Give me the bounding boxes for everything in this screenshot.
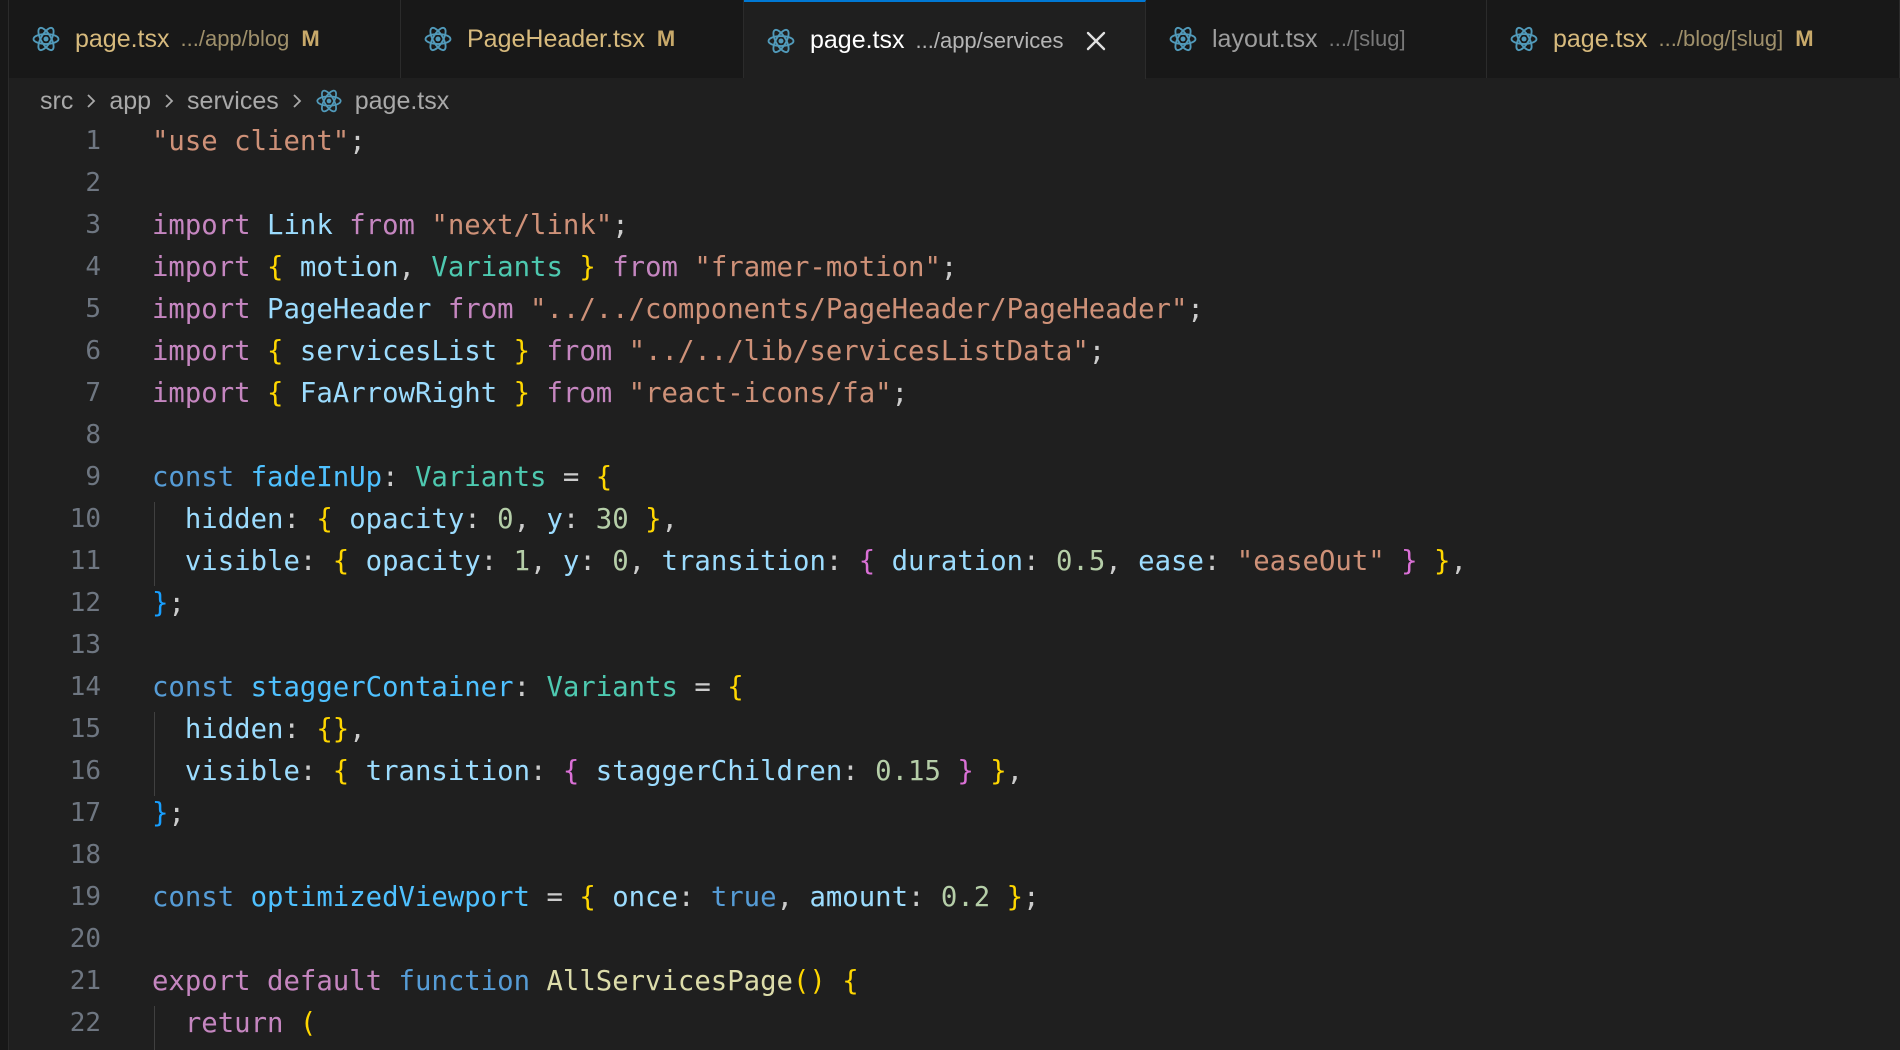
breadcrumb: src app services page.tsx [40, 84, 449, 118]
code-line[interactable]: 16 visible: { transition: { staggerChild… [9, 750, 1900, 792]
line-number: 19 [69, 882, 101, 912]
code-line[interactable]: 21 export default function AllServicesPag… [9, 960, 1900, 1002]
code-text[interactable]: "use client"; [152, 126, 366, 157]
code-text[interactable]: import { FaArrowRight } from "react-icon… [152, 378, 908, 409]
line-number: 8 [85, 420, 101, 450]
line-number: 4 [85, 252, 101, 282]
modified-indicator: M [301, 26, 320, 51]
code-text[interactable]: visible: { opacity: 1, y: 0, transition:… [152, 546, 1467, 577]
code-line[interactable]: 22 return ( [9, 1002, 1900, 1044]
line-number: 10 [69, 504, 101, 534]
tab-page-blog[interactable]: page.tsx .../app/blog M [9, 0, 401, 78]
tab-filename: layout.tsx [1212, 24, 1318, 53]
code-line[interactable]: 6 import { servicesList } from "../../lib… [9, 330, 1900, 372]
code-line[interactable]: 10 hidden: { opacity: 0, y: 30 }, [9, 498, 1900, 540]
chevron-right-icon [87, 94, 96, 108]
code-line[interactable]: 14 const staggerContainer: Variants = { [9, 666, 1900, 708]
line-number: 18 [69, 840, 101, 870]
line-number: 15 [69, 714, 101, 744]
tab-pageheader[interactable]: PageHeader.tsx M [401, 0, 744, 78]
code-text[interactable]: hidden: {}, [152, 714, 366, 745]
line-number: 6 [85, 336, 101, 366]
code-line[interactable]: 4 import { motion, Variants } from "frame… [9, 246, 1900, 288]
code-text[interactable]: visible: { transition: { staggerChildren… [152, 756, 1023, 787]
editor-tab-bar: page.tsx .../app/blog M PageHeader.tsx M… [9, 0, 1900, 79]
code-text[interactable]: }; [152, 798, 185, 829]
breadcrumb-app[interactable]: app [109, 87, 151, 116]
code-line[interactable]: 3 import Link from "next/link"; [9, 204, 1900, 246]
breadcrumb-src[interactable]: src [40, 87, 73, 116]
line-number: 14 [69, 672, 101, 702]
tab-filename: page.tsx [1553, 24, 1648, 53]
code-text[interactable]: import Link from "next/link"; [152, 210, 629, 241]
code-text[interactable]: const staggerContainer: Variants = { [152, 672, 744, 703]
modified-indicator: M [656, 26, 676, 51]
line-number: 16 [69, 756, 101, 786]
react-icon [424, 26, 452, 52]
line-number: 2 [85, 168, 101, 198]
react-icon [1510, 26, 1538, 52]
modified-indicator: M [1795, 26, 1814, 51]
code-text[interactable]: import { motion, Variants } from "framer… [152, 252, 957, 283]
breadcrumb-services[interactable]: services [187, 87, 279, 116]
code-line[interactable]: 9 const fadeInUp: Variants = { [9, 456, 1900, 498]
code-text[interactable]: import { servicesList } from "../../lib/… [152, 336, 1105, 367]
code-text[interactable]: const fadeInUp: Variants = { [152, 462, 612, 493]
tab-path: .../blog/[slug] [1658, 26, 1784, 51]
code-line[interactable]: 11 visible: { opacity: 1, y: 0, transiti… [9, 540, 1900, 582]
line-number: 21 [69, 966, 101, 996]
chevron-right-icon [293, 94, 302, 108]
code-line[interactable]: 7 import { FaArrowRight } from "react-ico… [9, 372, 1900, 414]
code-line[interactable]: 1 "use client"; [9, 120, 1900, 162]
tab-filename: page.tsx [810, 26, 905, 54]
line-number: 20 [69, 924, 101, 954]
code-line[interactable]: 2 [9, 162, 1900, 204]
code-line[interactable]: 12}; [9, 582, 1900, 624]
react-icon [316, 89, 342, 113]
code-text[interactable]: hidden: { opacity: 0, y: 30 }, [152, 504, 678, 535]
line-number: 7 [85, 378, 101, 408]
code-text[interactable]: import PageHeader from "../../components… [152, 294, 1204, 325]
line-number: 9 [85, 462, 101, 492]
tab-filename: page.tsx [75, 24, 170, 53]
line-number: 3 [85, 210, 101, 240]
code-line[interactable]: 19 const optimizedViewport = { once: true… [9, 876, 1900, 918]
code-text[interactable]: return ( [152, 1008, 316, 1039]
code-text[interactable]: export default function AllServicesPage(… [152, 966, 859, 997]
code-text[interactable]: const optimizedViewport = { once: true, … [152, 882, 1040, 913]
code-line[interactable]: 15 hidden: {}, [9, 708, 1900, 750]
code-line[interactable]: 20 [9, 918, 1900, 960]
window-left-edge [0, 0, 9, 1050]
code-line[interactable]: 8 [9, 414, 1900, 456]
code-editor[interactable]: 1 "use client"; 2 3 import Link from "next/l… [9, 120, 1900, 1050]
tab-page-blog-slug[interactable]: page.tsx .../blog/[slug] M [1487, 0, 1900, 78]
line-number: 1 [85, 126, 101, 156]
code-text[interactable]: }; [152, 588, 185, 619]
chevron-right-icon [165, 94, 174, 108]
line-number: 11 [69, 546, 101, 576]
line-number: 17 [69, 798, 101, 828]
react-icon [767, 28, 795, 53]
code-line[interactable]: 5 import PageHeader from "../../component… [9, 288, 1900, 330]
line-number: 12 [69, 588, 101, 618]
line-number: 22 [69, 1008, 101, 1038]
close-icon[interactable] [1085, 30, 1107, 52]
tab-path: .../app/services [915, 27, 1064, 53]
react-icon [32, 26, 60, 52]
tab-filename: PageHeader.tsx [467, 24, 645, 53]
tab-path: .../[slug] [1328, 26, 1406, 51]
line-number: 13 [69, 630, 101, 660]
tab-layout-slug[interactable]: layout.tsx .../[slug] [1146, 0, 1487, 78]
code-line[interactable]: 18 [9, 834, 1900, 876]
line-number: 5 [85, 294, 101, 324]
tab-page-services[interactable]: page.tsx .../app/services [744, 0, 1146, 79]
tab-path: .../app/blog [180, 26, 290, 51]
code-line[interactable]: 17}; [9, 792, 1900, 834]
react-icon [1169, 26, 1197, 52]
breadcrumb-file[interactable]: page.tsx [355, 87, 450, 116]
code-line[interactable]: 13 [9, 624, 1900, 666]
